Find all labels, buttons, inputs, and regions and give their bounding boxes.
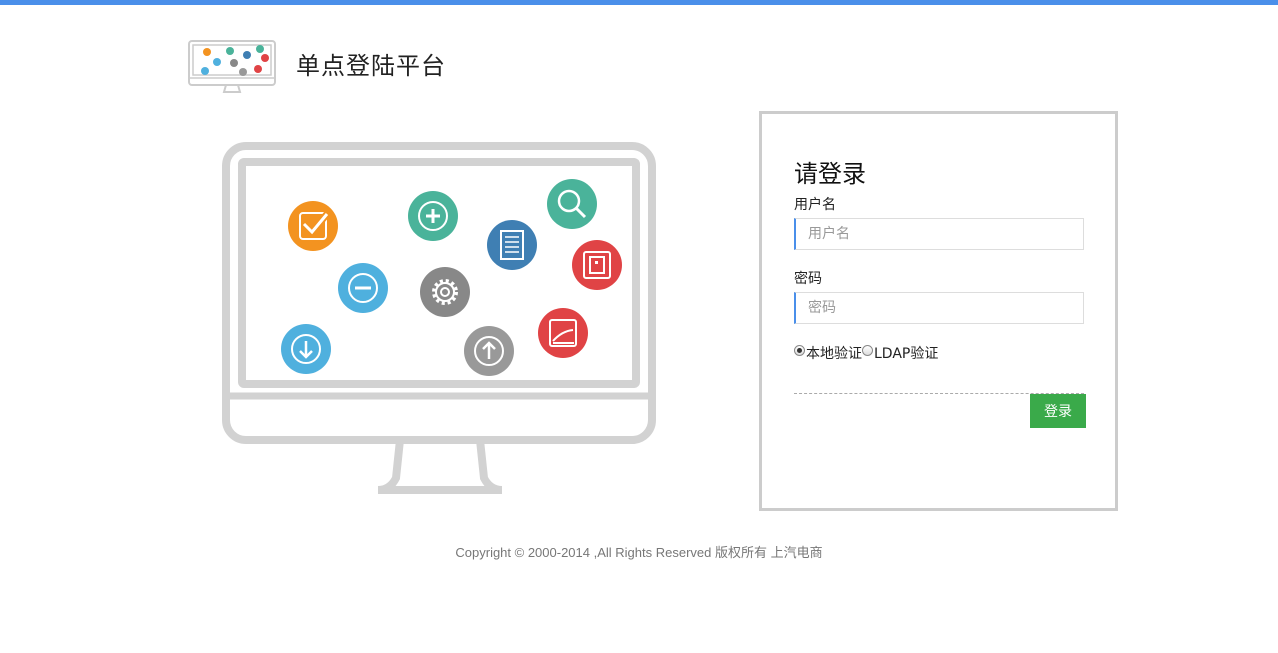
footer-copyright: Copyright © 2000-2014 ,All Rights Reserv… bbox=[455, 545, 823, 560]
logo-monitor-apps-icon bbox=[188, 40, 276, 93]
monitor-apps-illustration bbox=[222, 142, 656, 494]
ldap-auth-radio[interactable] bbox=[862, 344, 873, 356]
search-icon bbox=[547, 179, 597, 229]
document-list-icon bbox=[487, 220, 537, 270]
username-input[interactable] bbox=[794, 218, 1084, 250]
ldap-auth-label[interactable]: LDAP验证 bbox=[874, 343, 938, 363]
download-icon bbox=[281, 324, 331, 374]
chart-icon bbox=[538, 308, 588, 358]
plus-icon bbox=[408, 191, 458, 241]
gear-icon bbox=[420, 267, 470, 317]
minus-icon bbox=[338, 263, 388, 313]
password-input[interactable] bbox=[794, 292, 1084, 324]
login-button[interactable]: 登录 bbox=[1030, 394, 1086, 428]
local-auth-radio[interactable] bbox=[794, 344, 805, 356]
upload-icon bbox=[464, 326, 514, 376]
username-label: 用户名 bbox=[794, 197, 836, 213]
password-label: 密码 bbox=[794, 271, 822, 287]
login-title: 请登录 bbox=[794, 160, 866, 188]
local-auth-label[interactable]: 本地验证 bbox=[806, 343, 862, 363]
auth-method-group: 本地验证 LDAP验证 bbox=[794, 343, 938, 363]
square-icon bbox=[572, 240, 622, 290]
site-title: 单点登陆平台 bbox=[296, 52, 446, 80]
check-icon bbox=[288, 201, 338, 251]
top-accent-bar bbox=[0, 0, 1278, 5]
login-panel: 请登录 用户名 密码 本地验证 LDAP验证 登录 bbox=[759, 111, 1118, 511]
